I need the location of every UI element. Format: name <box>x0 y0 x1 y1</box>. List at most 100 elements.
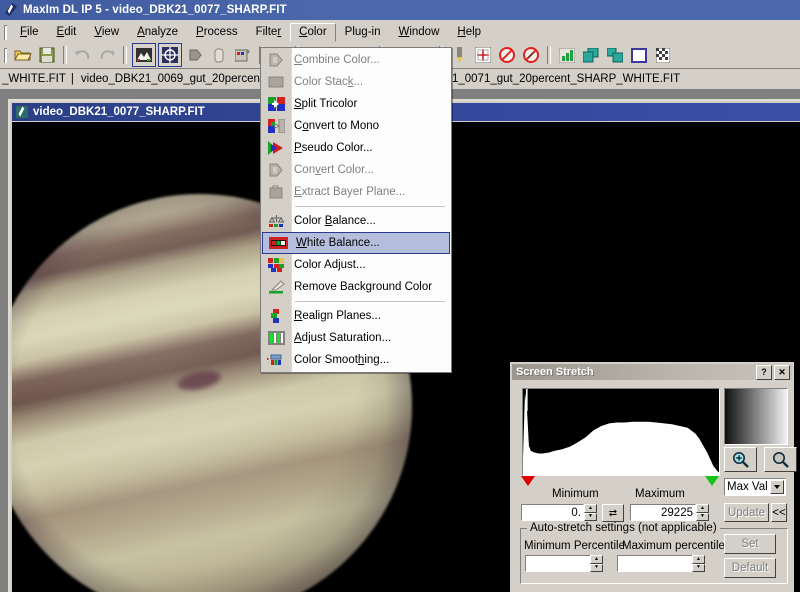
minimum-label: Minimum <box>552 488 599 500</box>
menu-item-remove-background-color[interactable]: Remove Background Color <box>261 276 451 298</box>
tile-windows-icon[interactable] <box>604 44 626 66</box>
maximum-marker-handle[interactable] <box>705 476 719 486</box>
remove-background-icon <box>261 277 291 297</box>
menu-item-combine-color[interactable]: Combine Color... <box>261 49 451 71</box>
checker-icon[interactable] <box>652 44 674 66</box>
tab-separator: | <box>70 73 74 85</box>
update-button[interactable]: Update <box>724 503 769 522</box>
max-percentile-stepper[interactable]: ▲ ▼ <box>692 555 705 572</box>
menu-item-pseudo-color[interactable]: Pseudo Color... <box>261 137 451 159</box>
menu-item-label: Convert to Mono <box>294 120 380 132</box>
menu-item-label: Combine Color... <box>294 54 380 66</box>
pseudo-color-icon <box>261 138 291 158</box>
color-adjust-icon <box>261 255 291 275</box>
redo-icon[interactable] <box>96 44 118 66</box>
menu-item-convert-color[interactable]: Convert Color... <box>261 159 451 181</box>
app-title-bar: MaxIm DL IP 5 - video_DBK21_0077_SHARP.F… <box>0 0 800 20</box>
minimum-stepper-down[interactable]: ▼ <box>584 512 597 521</box>
telescope-icon <box>3 2 19 18</box>
tab-file-0[interactable]: _WHITE.FIT <box>0 73 66 85</box>
square-outline-icon[interactable] <box>628 44 650 66</box>
chevron-down-icon[interactable] <box>770 480 784 494</box>
color-balance-icon <box>261 211 291 231</box>
menu-analyze[interactable]: Analyze <box>128 23 187 42</box>
histogram-display[interactable] <box>522 388 720 476</box>
menu-item-split-tricolor[interactable]: Split Tricolor <box>261 93 451 115</box>
maximum-input[interactable]: 29225 <box>630 504 696 521</box>
minimum-marker-handle[interactable] <box>521 476 535 486</box>
realign-planes-icon <box>261 306 291 326</box>
crosshair-target-icon[interactable] <box>158 43 182 67</box>
menu-window[interactable]: Window <box>389 23 448 42</box>
toolbar-separator <box>547 46 551 64</box>
color-smoothing-icon <box>261 350 291 370</box>
swap-min-max-button[interactable]: ⇄ <box>602 504 624 522</box>
combine-color-icon <box>261 50 291 70</box>
undo-icon[interactable] <box>72 44 94 66</box>
menu-item-label: Adjust Saturation... <box>294 332 392 344</box>
stretch-mode-value: Max Val <box>727 481 768 493</box>
menu-item-color-adjust[interactable]: Color Adjust... <box>261 254 451 276</box>
menu-filter[interactable]: Filter <box>247 23 291 42</box>
min-percentile-stepper-down[interactable]: ▼ <box>590 563 603 572</box>
menu-item-label: White Balance... <box>296 237 380 249</box>
graph-bars-icon[interactable] <box>556 44 578 66</box>
zoom-out-icon[interactable] <box>764 447 797 472</box>
menu-item-extract-bayer-plane[interactable]: Extract Bayer Plane... <box>261 181 451 203</box>
max-percentile-stepper-down[interactable]: ▼ <box>692 563 705 572</box>
max-percentile-stepper-up[interactable]: ▲ <box>692 555 705 564</box>
adjust-saturation-icon <box>261 328 291 348</box>
set-button[interactable]: Set <box>724 534 776 554</box>
menu-file[interactable]: File <box>11 23 48 42</box>
menu-plugin[interactable]: Plug-in <box>336 23 390 42</box>
menubar-grip[interactable] <box>2 24 9 40</box>
close-button[interactable]: ✕ <box>774 364 790 380</box>
screen-stretch-title-bar[interactable]: Screen Stretch ? ✕ <box>512 364 792 380</box>
minimum-stepper-up[interactable]: ▲ <box>584 504 597 513</box>
color-dropdown-menu: Combine Color... Color Stack... Split Tr… <box>260 47 452 373</box>
menu-item-color-balance[interactable]: Color Balance... <box>261 210 451 232</box>
no-entry-slash-icon[interactable] <box>520 44 542 66</box>
save-icon[interactable] <box>36 44 58 66</box>
maximum-stepper-down[interactable]: ▼ <box>696 512 709 521</box>
minimum-stepper[interactable]: ▲ ▼ <box>584 504 597 521</box>
minimum-input[interactable]: 0. <box>521 504 584 521</box>
image-settings-icon[interactable] <box>232 44 254 66</box>
zoom-in-icon[interactable] <box>724 447 757 472</box>
maximum-stepper[interactable]: ▲ ▼ <box>696 504 709 521</box>
menu-item-color-smoothing[interactable]: Color Smoothing... <box>261 349 451 371</box>
max-percentile-label: Maximum percentile <box>622 540 725 552</box>
overlap-windows-icon[interactable] <box>580 44 602 66</box>
menu-item-white-balance[interactable]: White Balance... <box>262 232 450 254</box>
min-percentile-stepper[interactable]: ▲ ▼ <box>590 555 603 572</box>
menu-item-color-stack[interactable]: Color Stack... <box>261 71 451 93</box>
help-button[interactable]: ? <box>756 364 772 380</box>
menu-item-label: Remove Background Color <box>294 281 433 293</box>
min-percentile-stepper-up[interactable]: ▲ <box>590 555 603 564</box>
menu-item-convert-to-mono[interactable]: Convert to Mono <box>261 115 451 137</box>
gradient-preview <box>724 388 788 445</box>
collapse-button[interactable]: << <box>771 503 787 522</box>
maximum-stepper-up[interactable]: ▲ <box>696 504 709 513</box>
toolbar-grip[interactable] <box>2 47 9 63</box>
menu-process[interactable]: Process <box>187 23 247 42</box>
menu-help[interactable]: Help <box>448 23 490 42</box>
menu-view[interactable]: View <box>85 23 128 42</box>
screen-stretch-icon[interactable] <box>132 43 156 67</box>
default-button[interactable]: Default <box>724 558 776 578</box>
menu-edit[interactable]: Edit <box>48 23 86 42</box>
menu-bar: File Edit View Analyze Process Filter Co… <box>0 22 800 42</box>
menu-item-adjust-saturation[interactable]: Adjust Saturation... <box>261 327 451 349</box>
maximum-label: Maximum <box>635 488 685 500</box>
no-entry-red-icon[interactable] <box>496 44 518 66</box>
menu-item-realign-planes[interactable]: Realign Planes... <box>261 305 451 327</box>
extract-bayer-icon <box>261 182 291 202</box>
paste-shape-icon[interactable] <box>184 44 206 66</box>
maxim-dl-app-window: MaxIm DL IP 5 - video_DBK21_0077_SHARP.F… <box>0 0 800 592</box>
open-icon[interactable] <box>12 44 34 66</box>
menu-item-label: Color Smoothing... <box>294 354 390 366</box>
aperture-icon[interactable] <box>208 44 230 66</box>
menu-color[interactable]: Color <box>290 22 336 42</box>
stretch-mode-select[interactable]: Max Val <box>724 478 786 496</box>
grid-target-icon[interactable] <box>472 44 494 66</box>
